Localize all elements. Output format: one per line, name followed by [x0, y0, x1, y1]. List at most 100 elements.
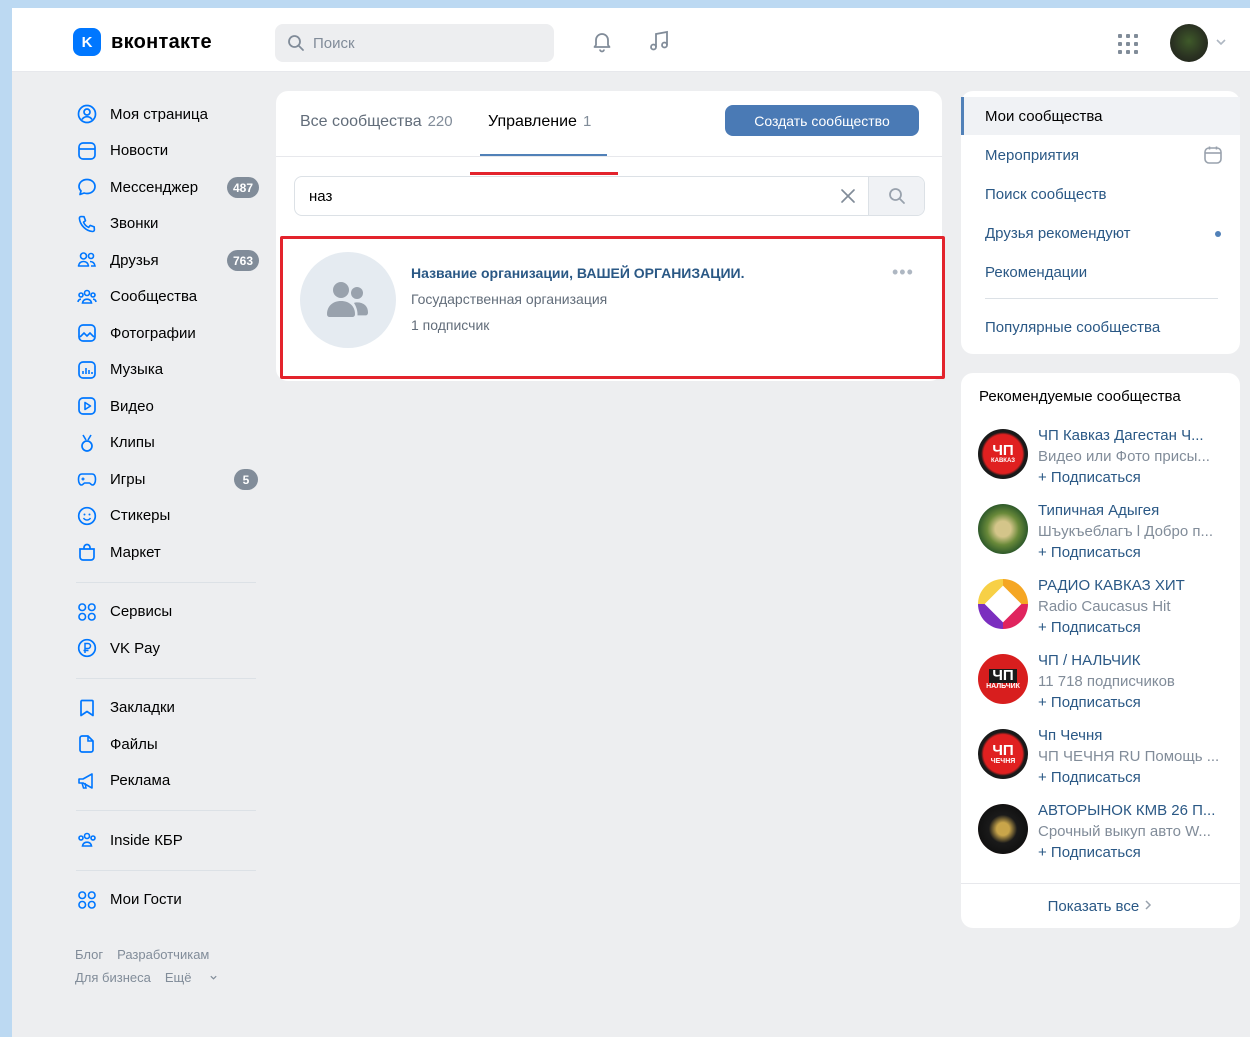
- global-search[interactable]: [275, 24, 554, 62]
- subscribe-button[interactable]: + Подписаться: [1038, 544, 1141, 561]
- community-avatar[interactable]: [978, 804, 1028, 854]
- community-name-link[interactable]: Название организации, ВАШЕЙ ОРГАНИЗАЦИИ.: [411, 265, 744, 281]
- user-avatar[interactable]: [1170, 24, 1208, 62]
- nav-label: Клипы: [110, 434, 155, 452]
- nav-label: Маркет: [110, 543, 161, 561]
- nav-label: Моя страница: [110, 105, 208, 123]
- nav-news[interactable]: Новости: [72, 133, 272, 170]
- community-avatar[interactable]: ЧП ЧЕЧНЯ: [978, 729, 1028, 779]
- nav-files[interactable]: Файлы: [72, 726, 272, 763]
- nav-clips[interactable]: Клипы: [72, 425, 272, 462]
- menu-recommendations[interactable]: Рекомендации: [985, 264, 1087, 281]
- calendar-icon[interactable]: [1203, 145, 1223, 165]
- recommended-item[interactable]: Типичная Адыгея Шъукъеблагъ l Добро п...…: [978, 502, 1228, 574]
- tab-all-communities[interactable]: Все сообщества 220: [300, 113, 453, 131]
- nav-vkpay[interactable]: VK Pay: [72, 630, 272, 667]
- subscribe-button[interactable]: + Подписаться: [1038, 844, 1141, 861]
- nav-market[interactable]: Маркет: [72, 534, 272, 571]
- tab-label: Управление: [488, 113, 577, 130]
- subscribe-button[interactable]: + Подписаться: [1038, 769, 1141, 786]
- recommended-name[interactable]: ЧП Кавказ Дагестан Ч...: [1038, 427, 1228, 444]
- apps-grid-icon[interactable]: [1116, 32, 1140, 56]
- recommended-item[interactable]: АВТОРЫНОК КМВ 26 П... Срочный выкуп авто…: [978, 802, 1228, 874]
- left-sidebar: Моя страница Новости Мессенджер 487 Звон…: [72, 96, 272, 918]
- menu-search-communities[interactable]: Поиск сообществ: [985, 186, 1107, 203]
- footer-business-link[interactable]: Для бизнеса: [75, 970, 151, 985]
- community-subscribers[interactable]: 1 подписчик: [411, 317, 489, 333]
- search-submit-button[interactable]: [868, 177, 924, 215]
- recommended-item[interactable]: ЧП КАВКАЗ ЧП Кавказ Дагестан Ч... Видео …: [978, 427, 1228, 499]
- create-community-button[interactable]: Создать сообщество: [725, 105, 919, 136]
- nav-games[interactable]: Игры 5: [72, 461, 272, 498]
- recommended-item[interactable]: ЧП НАЛЬЧИК ЧП / НАЛЬЧИК 11 718 подписчик…: [978, 652, 1228, 724]
- subscribe-button[interactable]: + Подписаться: [1038, 694, 1141, 711]
- nav-label: Файлы: [110, 735, 158, 753]
- community-avatar[interactable]: [978, 504, 1028, 554]
- game-icon: [76, 468, 98, 490]
- sticker-icon: [76, 505, 98, 527]
- nav-ads[interactable]: Реклама: [72, 763, 272, 800]
- recommended-name[interactable]: Чп Чечня: [1038, 727, 1228, 744]
- nav-calls[interactable]: Звонки: [72, 206, 272, 243]
- recommended-divider: [961, 883, 1240, 884]
- bell-icon[interactable]: [589, 28, 615, 54]
- clips-icon: [76, 432, 98, 454]
- community-avatar[interactable]: [978, 579, 1028, 629]
- nav-label: Реклама: [110, 772, 171, 790]
- recommended-item[interactable]: РАДИО КАВКАЗ ХИТ Radio Caucasus Hit + По…: [978, 577, 1228, 649]
- community-avatar[interactable]: [300, 252, 396, 348]
- nav-label: VK Pay: [110, 639, 161, 657]
- footer-developers-link[interactable]: Разработчикам: [117, 947, 209, 962]
- community-avatar[interactable]: ЧП НАЛЬЧИК: [978, 654, 1028, 704]
- show-all-label: Показать все: [1047, 898, 1140, 915]
- vk-logo[interactable]: K вконтакте: [73, 28, 212, 56]
- tab-management[interactable]: Управление 1: [488, 113, 591, 131]
- community-search-input[interactable]: [295, 187, 828, 205]
- recommended-name[interactable]: Типичная Адыгея: [1038, 502, 1228, 519]
- recommended-name[interactable]: ЧП / НАЛЬЧИК: [1038, 652, 1228, 669]
- global-search-input[interactable]: [313, 34, 533, 52]
- recommended-item[interactable]: ЧП ЧЕЧНЯ Чп Чечня ЧП ЧЕЧНЯ RU Помощь ...…: [978, 727, 1228, 799]
- menu-events[interactable]: Мероприятия: [985, 147, 1079, 164]
- subscribe-button[interactable]: + Подписаться: [1038, 469, 1141, 486]
- footer-blog-link[interactable]: Блог: [75, 947, 103, 962]
- nav-photos[interactable]: Фотографии: [72, 315, 272, 352]
- nav-my-guests[interactable]: Мои Гости: [72, 882, 272, 919]
- nav-video[interactable]: Видео: [72, 388, 272, 425]
- nav-services[interactable]: Сервисы: [72, 594, 272, 631]
- recommended-desc: Шъукъеблагъ l Добро п...: [1038, 523, 1213, 540]
- nav-messenger[interactable]: Мессенджер 487: [72, 169, 272, 206]
- nav-label: Игры: [110, 470, 146, 488]
- nav-bookmarks[interactable]: Закладки: [72, 690, 272, 727]
- footer-more-link[interactable]: Ещё: [165, 970, 218, 985]
- nav-friends[interactable]: Друзья 763: [72, 242, 272, 279]
- recommended-name[interactable]: АВТОРЫНОК КМВ 26 П...: [1038, 802, 1228, 819]
- community-avatar[interactable]: ЧП КАВКАЗ: [978, 429, 1028, 479]
- footer-links: Блог Разработчикам Для бизнеса Ещё: [75, 943, 232, 989]
- services-icon: [76, 601, 98, 623]
- nav-music[interactable]: Музыка: [72, 352, 272, 389]
- show-all-link[interactable]: Показать все: [961, 898, 1240, 915]
- highlight-underline: [470, 172, 618, 175]
- menu-divider: [985, 298, 1218, 299]
- nav-label: Стикеры: [110, 507, 171, 525]
- nav-label: Сервисы: [110, 603, 173, 621]
- nav-communities[interactable]: Сообщества: [72, 279, 272, 316]
- clear-icon[interactable]: [828, 188, 868, 204]
- recommended-desc: Срочный выкуп авто W...: [1038, 823, 1211, 840]
- chevron-down-icon[interactable]: [1215, 36, 1227, 48]
- menu-popular-communities[interactable]: Популярные сообщества: [985, 319, 1160, 336]
- music-icon[interactable]: [646, 28, 672, 54]
- subscribe-button[interactable]: + Подписаться: [1038, 619, 1141, 636]
- menu-my-communities[interactable]: Мои сообщества: [985, 108, 1103, 125]
- nav-stickers[interactable]: Стикеры: [72, 498, 272, 535]
- tab-count: 1: [582, 113, 592, 130]
- nav-label: Друзья: [110, 251, 159, 269]
- nav-inside-kbr[interactable]: Inside КБР: [72, 822, 272, 859]
- menu-friends-recommend[interactable]: Друзья рекомендуют: [985, 225, 1131, 242]
- nav-my-page[interactable]: Моя страница: [72, 96, 272, 133]
- community-search[interactable]: [294, 176, 925, 216]
- recommended-name[interactable]: РАДИО КАВКАЗ ХИТ: [1038, 577, 1228, 594]
- more-icon[interactable]: •••: [892, 262, 914, 283]
- bookmark-icon: [76, 697, 98, 719]
